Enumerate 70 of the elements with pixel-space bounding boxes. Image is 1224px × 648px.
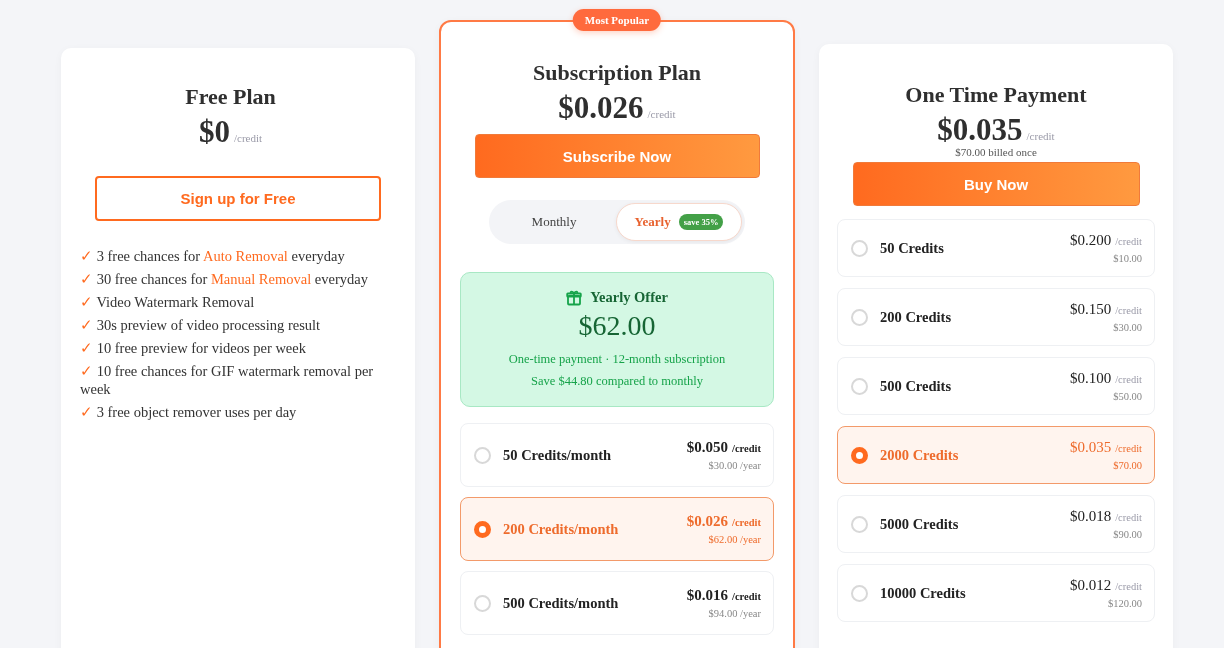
option-name: 50 Credits/month (503, 446, 612, 464)
plan-price: $0.026 (558, 90, 644, 126)
option-price: $0.012 (1069, 577, 1112, 594)
option-total: $50.00 (1113, 391, 1142, 402)
price-unit: /credit (1026, 130, 1055, 142)
option-name: 50 Credits (880, 239, 944, 257)
option-total: $90.00 (1113, 529, 1142, 540)
plan-title: One Time Payment (905, 82, 1087, 108)
radio-button[interactable] (474, 520, 491, 538)
save-badge: save 35% (678, 214, 724, 230)
option-total: $10.00 (1113, 253, 1142, 264)
option-name: 10000 Credits (880, 584, 966, 602)
option-price: $0.200 (1069, 232, 1112, 249)
option-total: $62.00 /year (708, 534, 761, 545)
price-unit: /credit (1115, 236, 1142, 247)
option-name: 5000 Credits (880, 515, 959, 533)
option-price: $0.050 (686, 439, 729, 456)
price-unit: /credit (1115, 581, 1142, 592)
plan-price: $0 (198, 114, 230, 150)
credit-option[interactable]: 50 Credits/month $0.050 /credit $30.00 /year (460, 423, 774, 487)
popular-badge: Most Popular (572, 9, 662, 31)
plan-title: Subscription Plan (532, 60, 702, 86)
option-total: $70.00 (1113, 460, 1142, 471)
option-price: $0.026 (686, 513, 729, 530)
credit-option[interactable]: 50 Credits $0.200 /credit $10.00 (837, 219, 1155, 277)
option-name: 200 Credits/month (503, 520, 619, 538)
option-price: $0.016 (686, 587, 729, 604)
credit-option[interactable]: 5000 Credits $0.018 /credit $90.00 (837, 495, 1155, 553)
feature-text: ✓ 30 free chances for Manual Removal everyday (80, 270, 369, 288)
gift-icon (566, 289, 583, 306)
feature-text: ✓ Video Watermark Removal (80, 293, 256, 311)
option-total: $30.00 /year (708, 460, 761, 471)
feature-text: ✓ 3 free object remover uses per day (80, 403, 298, 421)
credit-option[interactable]: 200 Credits $0.150 /credit $30.00 (837, 288, 1155, 346)
price-unit: /credit (1115, 374, 1142, 385)
feature-text: ✓ 3 free chances for Auto Removal everyday (80, 247, 346, 265)
price-unit: /credit (233, 132, 263, 144)
price-unit: /credit (732, 591, 761, 602)
option-price: $0.150 (1069, 301, 1112, 318)
feature-text: ✓ 10 free preview for videos per week (80, 339, 307, 357)
option-total: $120.00 (1107, 598, 1142, 609)
option-name: 500 Credits (880, 377, 952, 395)
option-price: $0.035 (1069, 439, 1112, 456)
plan-price: $0.035 (937, 112, 1023, 148)
price-unit: /credit (1115, 305, 1142, 316)
price-unit: /credit (647, 108, 676, 120)
credit-option[interactable]: 500 Credits $0.100 /credit $50.00 (837, 357, 1155, 415)
offer-note: Save $44.80 compared to monthly (531, 373, 703, 390)
option-total: $94.00 /year (708, 608, 761, 619)
credit-option[interactable]: 500 Credits/month $0.016 /credit $94.00 /year (460, 571, 774, 635)
radio-button[interactable] (851, 446, 868, 464)
option-total: $30.00 (1113, 322, 1142, 333)
price-unit: /credit (1115, 443, 1142, 454)
option-price: $0.100 (1069, 370, 1112, 387)
option-name: 200 Credits (880, 308, 952, 326)
price-unit: /credit (732, 517, 761, 528)
billing-tab[interactable]: Monthly (492, 203, 616, 241)
credit-option[interactable]: 10000 Credits $0.012 /credit $120.00 (837, 564, 1155, 622)
price-unit: /credit (1115, 512, 1142, 523)
offer-amount: $62.00 (578, 310, 656, 342)
billing-note: $70.00 billed once (955, 146, 1037, 158)
offer-note: One-time payment · 12-month subscription (508, 351, 726, 368)
option-name: 2000 Credits (880, 446, 959, 464)
feature-text: ✓ 10 free chances for GIF watermark removal per week (80, 362, 375, 398)
offer-title: Yearly Offer (590, 289, 668, 306)
price-unit: /credit (732, 443, 761, 454)
option-name: 500 Credits/month (503, 594, 619, 612)
feature-text: ✓ 30s preview of video processing result (80, 316, 322, 334)
option-price: $0.018 (1069, 508, 1112, 525)
plan-title: Free Plan (185, 84, 276, 110)
